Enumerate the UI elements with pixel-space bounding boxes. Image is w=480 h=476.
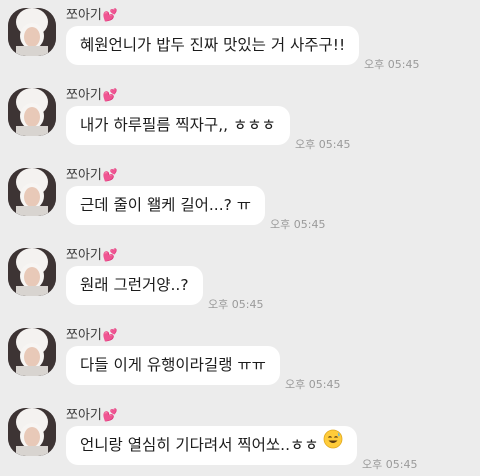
heart-icon: 💕 bbox=[102, 248, 118, 262]
avatar[interactable] bbox=[8, 168, 56, 216]
profile-photo bbox=[8, 88, 56, 136]
message-time: 오후 05:45 bbox=[270, 218, 326, 231]
sender-name: 쪼아기💕 bbox=[66, 248, 118, 263]
sender-name: 쪼아기💕 bbox=[66, 88, 118, 103]
heart-icon: 💕 bbox=[102, 8, 118, 22]
message-time: 오후 05:45 bbox=[208, 298, 264, 311]
message-time: 오후 05:45 bbox=[362, 458, 418, 471]
heart-icon: 💕 bbox=[102, 168, 118, 182]
heart-icon: 💕 bbox=[102, 408, 118, 422]
profile-photo bbox=[8, 248, 56, 296]
avatar[interactable] bbox=[8, 88, 56, 136]
profile-photo bbox=[8, 328, 56, 376]
message-bubble[interactable]: 혜원언니가 밥두 진짜 맛있는 거 사주구!! bbox=[66, 26, 360, 65]
message-bubble[interactable]: 언니랑 열심히 기다려서 찍어쏘..ㅎㅎ bbox=[66, 425, 358, 465]
message-time: 오후 05:45 bbox=[285, 378, 341, 391]
message-bubble[interactable]: 다들 이게 유행이라길랭 ㅠㅠ bbox=[66, 346, 280, 385]
avatar[interactable] bbox=[8, 328, 56, 376]
avatar[interactable] bbox=[8, 8, 56, 56]
message-time: 오후 05:45 bbox=[364, 58, 420, 71]
sweat-smile-emoji-icon bbox=[323, 425, 343, 464]
avatar[interactable] bbox=[8, 408, 56, 456]
profile-photo bbox=[8, 408, 56, 456]
profile-photo bbox=[8, 8, 56, 56]
profile-photo bbox=[8, 168, 56, 216]
sender-name: 쪼아기💕 bbox=[66, 168, 118, 183]
message-bubble[interactable]: 내가 하루필름 찍자구,, ㅎㅎㅎ bbox=[66, 106, 290, 145]
heart-icon: 💕 bbox=[102, 88, 118, 102]
message-time: 오후 05:45 bbox=[295, 138, 351, 151]
message-text: 언니랑 열심히 기다려서 찍어쏘..ㅎㅎ bbox=[80, 436, 319, 454]
message-bubble[interactable]: 근데 줄이 왤케 길어...? ㅠ bbox=[66, 186, 266, 225]
sender-name: 쪼아기💕 bbox=[66, 328, 118, 343]
sender-name: 쪼아기💕 bbox=[66, 8, 118, 23]
avatar[interactable] bbox=[8, 248, 56, 296]
heart-icon: 💕 bbox=[102, 328, 118, 342]
message-bubble[interactable]: 원래 그런거양..? bbox=[66, 266, 203, 305]
sender-name: 쪼아기💕 bbox=[66, 408, 118, 423]
